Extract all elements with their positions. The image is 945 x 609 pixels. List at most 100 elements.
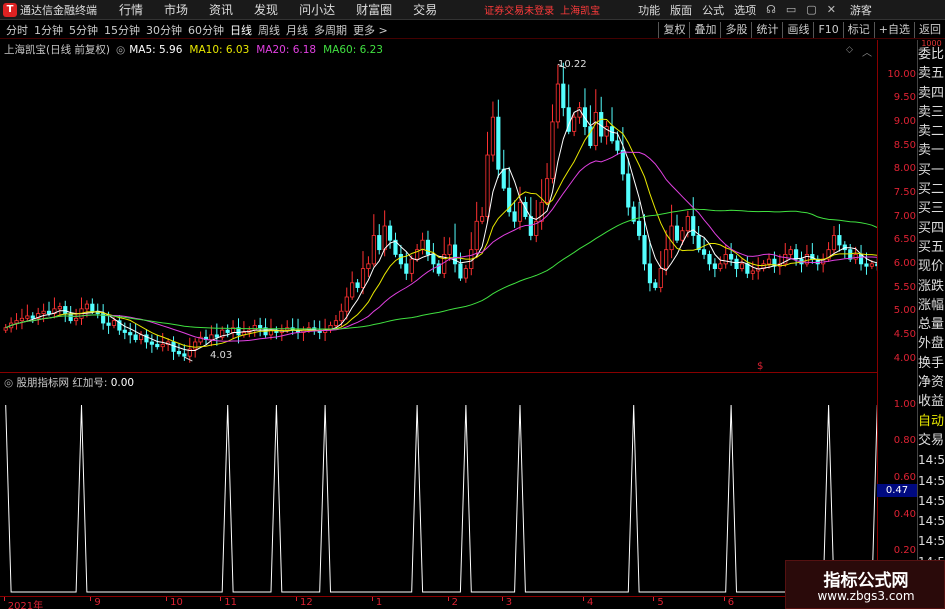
period-monthly[interactable]: 月线 [286,22,308,38]
menu-item-wenxiaoda[interactable]: 问小达 [299,1,335,18]
ma10-line [5,118,877,348]
date-tick: 2 [447,597,458,608]
menu-item-gongneng[interactable]: 功能 [638,2,660,18]
tool-diejia[interactable]: 叠加 [689,22,720,38]
price-tick: 8.00 [893,163,916,175]
tool-tongji[interactable]: 统计 [751,22,782,38]
candle [138,334,144,341]
watermark-url: www.zbgs3.com [817,589,915,603]
tool-huaxian[interactable]: 画线 [782,22,813,38]
candle [637,220,642,236]
candle [718,263,723,270]
candle [350,282,355,298]
quote-field: 卖五 [918,66,945,82]
candle [750,270,755,274]
quote-field: 现价 [918,259,945,275]
quote-field: 卖二 [918,124,945,140]
indicator-tick: 1.00 [893,398,916,410]
candle [691,216,696,236]
date-tick: 11 [220,597,237,608]
indicator-header: ◎ 股朋指标网 红加号: 0.00 [4,375,134,390]
candle [490,116,496,156]
tool-add-watchlist[interactable]: +自选 [873,22,914,38]
tool-fuquan[interactable]: 复权 [658,22,689,38]
quote-field: 交易 [918,432,945,448]
headset-icon[interactable]: ☊ [766,3,776,16]
trade-time: 14:56 [918,534,945,549]
period-fenshi[interactable]: 分时 [6,22,28,38]
period-60min[interactable]: 60分钟 [188,22,224,38]
quote-field: 买五 [918,239,945,255]
price-tick: 9.50 [893,92,916,104]
trade-time: 14:56 [918,473,945,488]
candle [225,329,230,333]
candle [664,249,669,270]
period-multi[interactable]: 多周期 [314,22,347,38]
ma60-label: MA60: 6.23 [323,43,383,56]
menu-item-shichang[interactable]: 市场 [164,1,188,18]
period-30min[interactable]: 30分钟 [146,22,182,38]
candle [658,268,663,288]
candle [404,263,409,274]
guest-user[interactable]: 游客 [850,2,872,18]
auto-trade-toggle[interactable]: 自动 [918,412,945,431]
quote-field: 净资 [918,375,945,391]
candle [544,178,550,203]
candle [869,263,874,267]
indicator-panel[interactable]: ◎ 股朋指标网 红加号: 0.00 [0,374,877,596]
candle [19,317,25,322]
event-marker: $ [757,361,764,372]
chevron-up-icon[interactable]: ︿ [862,44,872,59]
menu-item-faxian[interactable]: 发现 [254,1,278,18]
tool-duogu[interactable]: 多股 [720,22,751,38]
login-status[interactable]: 证券交易未登录 [484,2,554,17]
menu-item-zixun[interactable]: 资讯 [209,1,233,18]
tool-f10[interactable]: F10 [813,22,842,38]
close-icon[interactable]: ✕ [827,3,836,16]
tool-biaoji[interactable]: 标记 [842,22,874,38]
candle [344,296,349,312]
candle [501,168,506,189]
candle [593,112,598,146]
period-more[interactable]: 更多 > [353,22,388,38]
menu-item-hangqing[interactable]: 行情 [119,1,143,18]
candle [788,249,793,255]
menu-item-jiaoyi[interactable]: 交易 [413,1,437,18]
period-daily[interactable]: 日线 [230,22,252,38]
candle [409,258,414,274]
menu-item-xuanxiang[interactable]: 选项 [734,2,756,18]
period-5min[interactable]: 5分钟 [69,22,98,38]
app-logo-icon: T [3,2,17,17]
menu-item-gongshi[interactable]: 公式 [702,2,724,18]
period-weekly[interactable]: 周线 [258,22,280,38]
date-tick: 4 [582,597,594,608]
candle [339,310,344,322]
price-tick: 7.50 [893,186,916,198]
candle [653,282,658,288]
menu-item-banmian[interactable]: 版面 [670,2,692,18]
candle [555,83,560,123]
candle [745,263,750,274]
candle [766,258,772,265]
tool-back[interactable]: 返回 [914,22,945,38]
menu-item-caifuquan[interactable]: 财富圈 [356,1,392,18]
candle [739,263,745,270]
minimize-icon[interactable]: ▭ [786,3,796,16]
period-1min[interactable]: 1分钟 [34,22,63,38]
kline-chart-panel[interactable]: 上海凯宝(日线 前复权) ◎ MA5: 5.96 MA10: 6.03 MA20… [0,40,877,373]
indicator-chart[interactable] [0,374,877,596]
settings-circle-icon[interactable]: ◎ [116,44,125,56]
candle [642,235,647,265]
watermark-title: 指标公式网 [823,571,909,591]
period-15min[interactable]: 15分钟 [104,22,140,38]
candle [387,225,393,241]
kline-chart[interactable] [0,40,877,373]
trade-time: 14:56 [918,493,945,508]
restore-icon[interactable]: ▢ [806,3,816,16]
diamond-icon[interactable]: ◇ [846,45,853,55]
candle [831,235,837,251]
candle [360,268,366,288]
quote-field: 买二 [918,182,945,198]
candle [864,263,869,267]
settings-circle-icon[interactable]: ◎ [4,377,13,389]
